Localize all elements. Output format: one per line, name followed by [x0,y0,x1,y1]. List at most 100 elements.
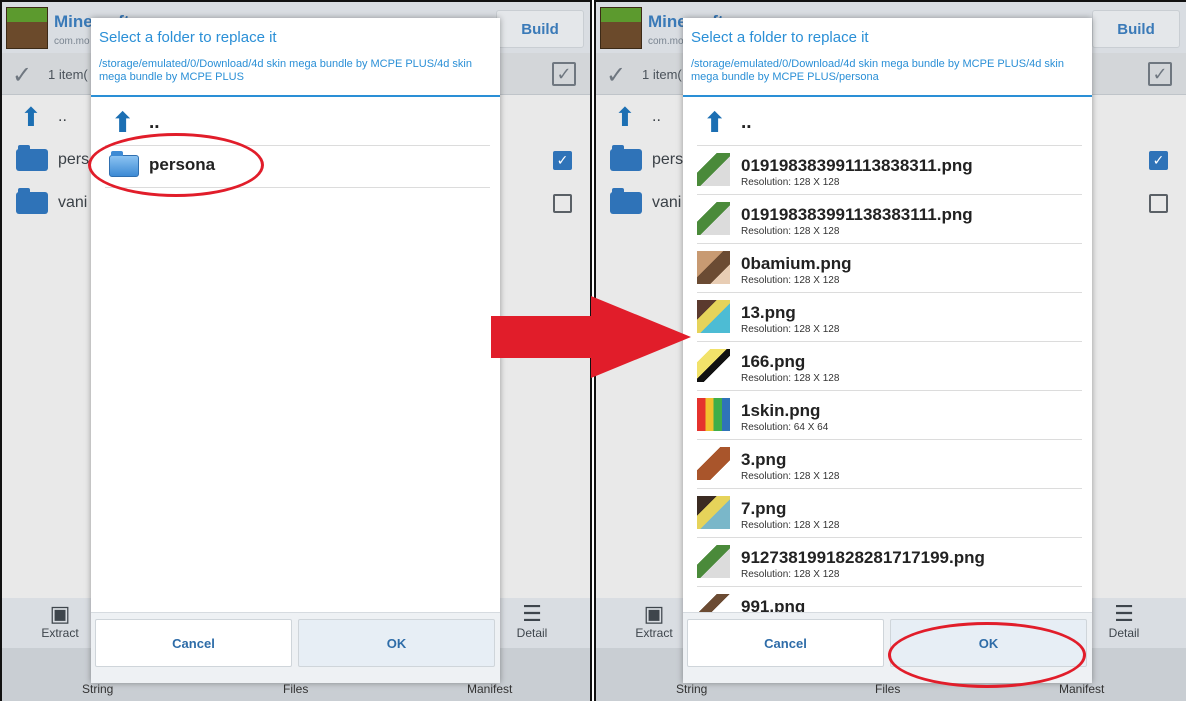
skin-thumbnail-icon [697,447,730,480]
file-row[interactable]: 7.png Resolution: 128 X 128 [697,489,1082,538]
file-name: 13.png [741,303,796,322]
select-all-icon[interactable]: ✓ [1148,62,1172,86]
folder-icon [610,145,642,171]
file-row[interactable]: 1skin.png Resolution: 64 X 64 [697,391,1082,440]
list-item-label: .. [652,108,661,125]
skin-thumbnail-icon [697,594,730,612]
file-row[interactable]: 991.pngResolution: 64 X 64 [697,587,1082,612]
file-name: 3.png [741,450,787,469]
detail-icon: ☰ [522,601,542,626]
file-name: 0bamium.png [741,254,852,273]
selection-count: 1 item( [48,67,88,82]
file-resolution: Resolution: 128 X 128 [741,373,840,384]
dialog-title: Select a folder to replace it [691,29,869,46]
folder-icon [16,145,48,171]
file-row[interactable]: 0bamium.png Resolution: 128 X 128 [697,244,1082,293]
folder-icon [610,188,642,214]
skin-thumbnail-icon [697,251,730,284]
file-name: 912738199182828171719​9.png [741,548,985,567]
extract-icon: ▣ [643,601,665,626]
file-resolution: Resolution: 128 X 128 [741,520,840,531]
app-package: com.mo [54,36,90,47]
dialog-divider [683,95,1092,97]
up-arrow-icon: ⬆ [703,107,727,138]
parent-folder-label: .. [149,112,160,133]
file-row[interactable]: 166.png Resolution: 128 X 128 [697,342,1082,391]
file-resolution: Resolution: 128 X 128 [741,226,840,237]
list-item-label: pers [58,151,90,168]
minecraft-app-icon [6,7,48,49]
dialog-divider [91,95,500,97]
highlight-ellipse-persona [88,133,264,197]
file-name: 7.png [741,499,787,518]
build-button[interactable]: Build [496,10,584,48]
check-icon[interactable]: ✓ [606,61,626,90]
list-item-label: pers [652,151,684,168]
detail-icon: ☰ [1114,601,1134,626]
tab-manifest[interactable]: Manifest [1059,682,1104,696]
tab-files[interactable]: Files [875,682,900,696]
ok-button[interactable]: OK [298,619,495,667]
skin-thumbnail-icon [697,300,730,333]
extract-button[interactable]: ▣ Extract [30,602,90,641]
tab-files[interactable]: Files [283,682,308,696]
dialog-path: /storage/emulated/0/Download/4d skin meg… [99,58,472,83]
app-package: com.mo [648,36,684,47]
folder-icon [16,188,48,214]
row-checkbox[interactable] [553,194,572,213]
file-row[interactable]: 019198383991138383111.png Resolution: 128… [697,195,1082,244]
file-row[interactable]: 3.png Resolution: 128 X 128 [697,440,1082,489]
detail-button[interactable]: ☰ Detail [502,601,562,641]
row-checkbox[interactable]: ✓ [553,151,572,170]
list-item-label: .. [58,108,67,125]
row-checkbox[interactable]: ✓ [1149,151,1168,170]
file-name: 019198383991113838311.png [741,156,973,175]
extract-label: Extract [41,626,79,640]
detail-button[interactable]: ☰ Detail [1094,601,1154,641]
parent-folder-row[interactable]: ⬆ .. [697,98,1082,146]
file-row[interactable]: 912738199182828171719​9.png Resolution: 1… [697,538,1082,587]
row-checkbox[interactable] [1149,194,1168,213]
folder-select-dialog: Select a folder to replace it /storage/e… [91,18,500,683]
check-icon[interactable]: ✓ [12,61,32,90]
parent-folder-label: .. [741,112,752,133]
minecraft-app-icon [600,7,642,49]
file-row[interactable]: 019198383991113838311.png Resolution: 128… [697,146,1082,195]
up-arrow-icon: ⬆ [20,102,42,132]
cancel-button[interactable]: Cancel [95,619,292,667]
skin-thumbnail-icon [697,153,730,186]
file-resolution: Resolution: 128 X 128 [741,471,840,482]
extract-label: Extract [635,626,673,640]
file-row[interactable]: 13.png Resolution: 128 X 128 [697,293,1082,342]
list-item-label: vani [652,194,682,211]
detail-label: Detail [1108,626,1140,640]
tab-manifest[interactable]: Manifest [467,682,512,696]
tab-string[interactable]: String [676,682,707,696]
file-resolution: Resolution: 128 X 128 [741,177,840,188]
file-resolution: Resolution: 64 X 64 [741,422,829,433]
folder-select-dialog: Select a folder to replace it /storage/e… [683,18,1092,683]
file-name: 166.png [741,352,806,371]
dialog-path: /storage/emulated/0/Download/4d skin meg… [691,58,1064,83]
up-arrow-icon: ⬆ [614,102,636,132]
skin-thumbnail-icon [697,202,730,235]
highlight-ellipse-ok [888,622,1086,688]
file-resolution: Resolution: 128 X 128 [741,324,840,335]
file-name: 991.png [741,597,806,612]
extract-button[interactable]: ▣ Extract [624,601,684,641]
dialog-list: ⬆ .. 019198383991113838311.png Resolution… [683,98,1092,612]
select-all-icon[interactable]: ✓ [552,62,576,86]
skin-thumbnail-icon [697,398,730,431]
skin-thumbnail-icon [697,496,730,529]
skin-thumbnail-icon [697,545,730,578]
file-resolution: Resolution: 128 X 128 [741,275,840,286]
detail-label: Detail [516,626,548,640]
red-arrow-icon [491,296,691,378]
cancel-button[interactable]: Cancel [687,619,884,667]
dialog-button-bar: Cancel OK [91,612,500,683]
selection-count: 1 item( [642,67,682,82]
file-name: 019198383991138383111.png [741,205,973,224]
file-name: 1skin.png [741,401,821,420]
build-button[interactable]: Build [1092,10,1180,48]
tab-string[interactable]: String [82,682,113,696]
